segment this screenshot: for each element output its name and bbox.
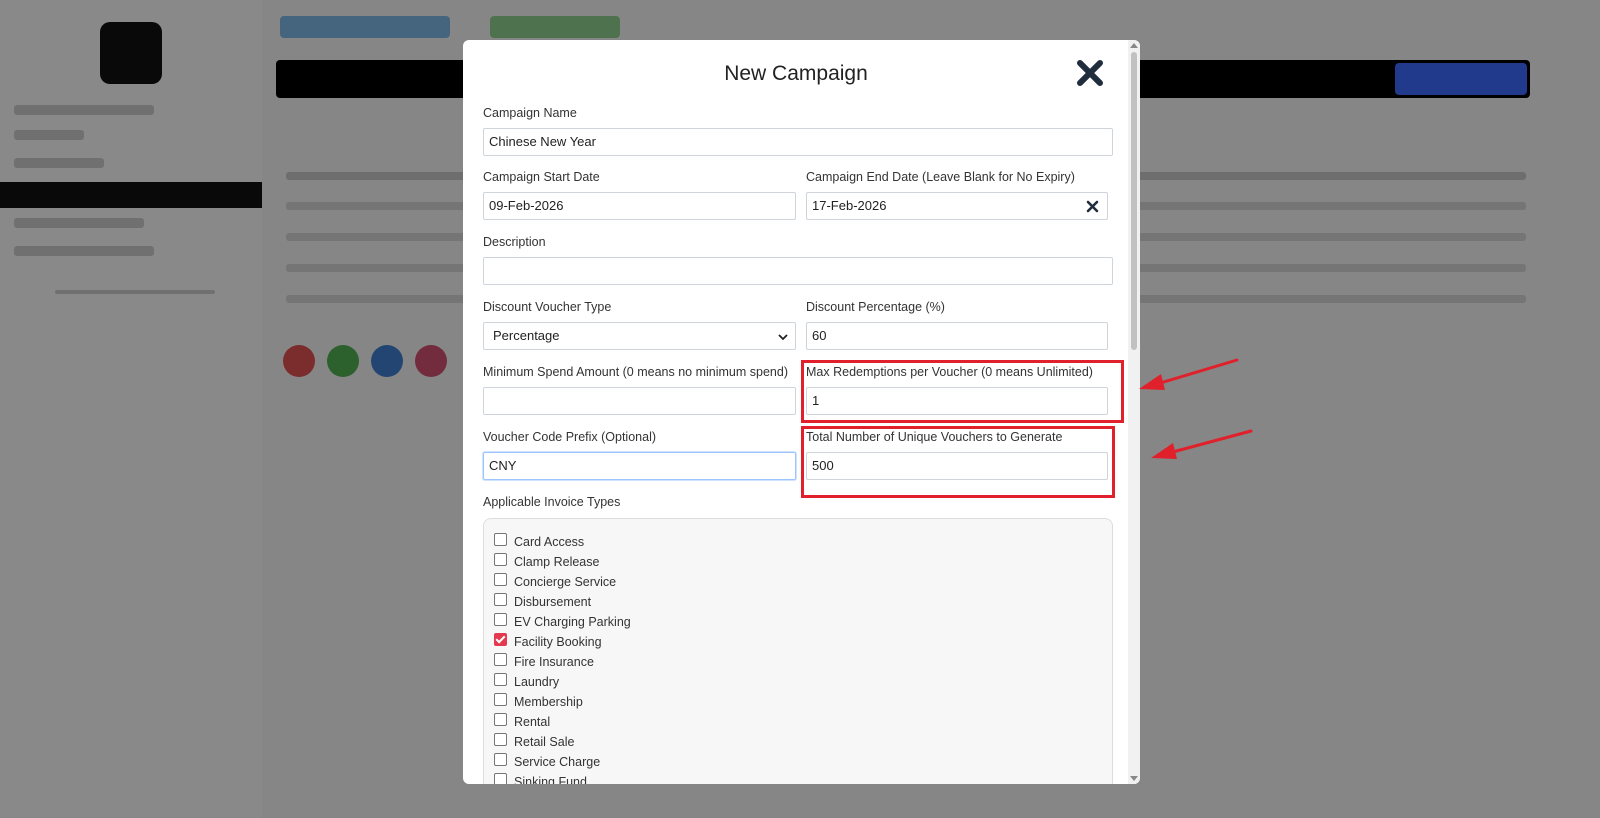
invoice-type-sinking-fund[interactable]: Sinking Fund <box>494 772 587 784</box>
min-spend-input[interactable] <box>483 387 796 415</box>
invoice-type-concierge-service[interactable]: Concierge Service <box>494 572 617 591</box>
modal-title: New Campaign <box>724 62 868 85</box>
clear-icon[interactable] <box>1086 200 1099 213</box>
invoice-type-label: Service Charge <box>514 755 601 769</box>
checkbox[interactable] <box>494 672 507 686</box>
invoice-type-label: Card Access <box>514 535 585 549</box>
scroll-down-icon[interactable] <box>1130 776 1138 781</box>
invoice-type-disbursement[interactable]: Disbursement <box>494 592 592 611</box>
invoice-type-label: Disbursement <box>514 595 592 609</box>
voucher-type-label: Discount Voucher Type <box>483 300 612 314</box>
invoice-type-label: Laundry <box>514 675 560 689</box>
end-date-label: Campaign End Date (Leave Blank for No Ex… <box>806 170 1075 184</box>
scrollbar-thumb[interactable] <box>1131 52 1137 350</box>
invoice-types-list: Card Access Clamp Release Concierge Serv… <box>483 518 1113 784</box>
checkbox[interactable] <box>494 752 507 766</box>
invoice-type-label: Membership <box>514 695 583 709</box>
close-button[interactable] <box>1075 58 1105 88</box>
invoice-type-label: Clamp Release <box>514 555 600 569</box>
invoice-type-label: Sinking Fund <box>514 775 587 784</box>
invoice-type-retail-sale[interactable]: Retail Sale <box>494 732 575 751</box>
invoice-type-label: EV Charging Parking <box>514 615 631 629</box>
description-label: Description <box>483 235 546 249</box>
checkbox[interactable] <box>494 712 507 726</box>
invoice-type-label: Concierge Service <box>514 575 617 589</box>
invoice-type-membership[interactable]: Membership <box>494 692 583 711</box>
discount-percentage-label: Discount Percentage (%) <box>806 300 945 314</box>
invoice-type-label: Facility Booking <box>514 635 602 649</box>
checkbox[interactable] <box>494 732 507 746</box>
description-input[interactable] <box>483 257 1113 285</box>
checkbox[interactable] <box>494 572 507 586</box>
voucher-type-select[interactable]: Percentage <box>483 322 796 350</box>
highlight-total-vouchers <box>801 426 1115 498</box>
annotation-arrow-icon <box>1139 358 1239 390</box>
end-date-input[interactable]: 17-Feb-2026 <box>806 192 1108 220</box>
annotation-arrow-icon <box>1151 429 1253 459</box>
invoice-type-service-charge[interactable]: Service Charge <box>494 752 601 771</box>
invoice-type-laundry[interactable]: Laundry <box>494 672 560 691</box>
invoice-type-fire-insurance[interactable]: Fire Insurance <box>494 652 594 671</box>
start-date-label: Campaign Start Date <box>483 170 600 184</box>
code-prefix-input[interactable]: CNY <box>483 452 796 480</box>
code-prefix-label: Voucher Code Prefix (Optional) <box>483 430 657 444</box>
invoice-type-card-access[interactable]: Card Access <box>494 532 585 551</box>
campaign-name-label: Campaign Name <box>483 106 577 120</box>
voucher-type-value: Percentage <box>493 328 560 343</box>
invoice-type-label: Rental <box>514 715 551 729</box>
start-date-input[interactable]: 09-Feb-2026 <box>483 192 796 220</box>
invoice-type-facility-booking[interactable]: Facility Booking <box>494 632 602 651</box>
checkbox[interactable] <box>494 692 507 706</box>
checkbox[interactable] <box>494 612 507 626</box>
close-icon <box>1077 60 1103 86</box>
invoice-types-label: Applicable Invoice Types <box>483 495 621 509</box>
checkbox[interactable] <box>494 552 507 566</box>
invoice-type-label: Fire Insurance <box>514 655 594 669</box>
checkbox[interactable] <box>494 532 507 546</box>
checkbox[interactable] <box>494 652 507 666</box>
modal-scrollbar[interactable] <box>1128 40 1140 784</box>
highlight-max-redemptions <box>801 360 1124 423</box>
invoice-type-clamp-release[interactable]: Clamp Release <box>494 552 600 571</box>
end-date-value: 17-Feb-2026 <box>812 198 887 213</box>
checkbox-checked[interactable] <box>494 632 507 646</box>
invoice-type-ev-charging-parking[interactable]: EV Charging Parking <box>494 612 631 631</box>
checkbox[interactable] <box>494 772 507 784</box>
checkbox[interactable] <box>494 592 507 606</box>
campaign-name-input[interactable]: Chinese New Year <box>483 128 1113 156</box>
scroll-up-icon[interactable] <box>1130 43 1138 48</box>
min-spend-label: Minimum Spend Amount (0 means no minimum… <box>483 365 788 379</box>
invoice-type-rental[interactable]: Rental <box>494 712 551 731</box>
chevron-down-icon <box>778 334 788 341</box>
invoice-type-label: Retail Sale <box>514 735 575 749</box>
discount-percentage-input[interactable]: 60 <box>806 322 1108 350</box>
